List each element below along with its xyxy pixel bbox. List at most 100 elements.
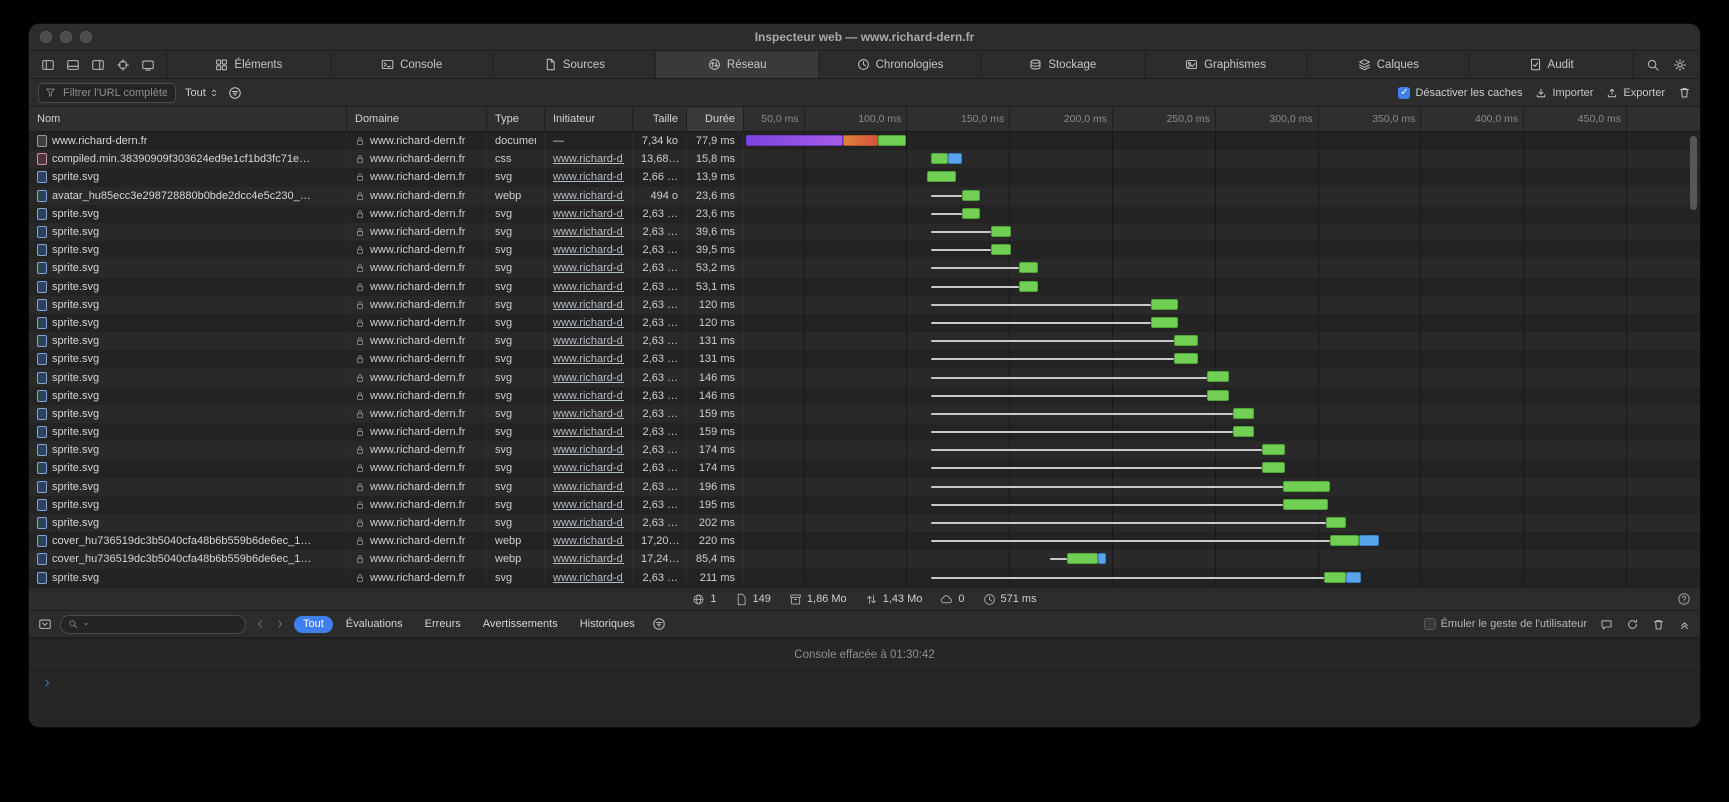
table-row[interactable]: sprite.svgwww.richard-dern.frsvgwww.rich…	[29, 259, 1700, 277]
initiator-link[interactable]: www.richard-d…	[553, 317, 624, 329]
column-header-duration[interactable]: Durée	[687, 107, 744, 131]
table-row[interactable]: cover_hu736519dc3b5040cfa48b6b559b6de6ec…	[29, 550, 1700, 568]
element-picker-button[interactable]	[116, 58, 130, 72]
initiator-link[interactable]: www.richard-d…	[553, 262, 624, 274]
help-button[interactable]	[1677, 592, 1691, 606]
export-button[interactable]: Exporter	[1606, 87, 1665, 99]
vertical-scrollbar[interactable]	[1690, 136, 1697, 210]
tab-stockage[interactable]: Stockage	[981, 51, 1144, 78]
emulate-gesture-checkbox[interactable]: Émuler le geste de l'utilisateur	[1424, 618, 1587, 630]
console-tab-avertissements[interactable]: Avertissements	[474, 616, 567, 633]
initiator-link[interactable]: www.richard-d…	[553, 335, 624, 347]
table-row[interactable]: sprite.svgwww.richard-dern.frsvgwww.rich…	[29, 223, 1700, 241]
console-search-text[interactable]	[94, 617, 238, 631]
initiator-link[interactable]: www.richard-d…	[553, 499, 624, 511]
table-row[interactable]: sprite.svgwww.richard-dern.frsvgwww.rich…	[29, 405, 1700, 423]
import-button[interactable]: Importer	[1535, 87, 1593, 99]
console-search-input[interactable]	[60, 615, 246, 634]
clear-console-button[interactable]	[1652, 618, 1665, 631]
table-row[interactable]: sprite.svgwww.richard-dern.frsvgwww.rich…	[29, 387, 1700, 405]
initiator-link[interactable]: www.richard-d…	[553, 244, 624, 256]
table-row[interactable]: sprite.svgwww.richard-dern.frsvgwww.rich…	[29, 478, 1700, 496]
column-header-size[interactable]: Taille	[633, 107, 687, 131]
console-scope-button[interactable]	[38, 617, 52, 631]
initiator-link[interactable]: www.richard-d…	[553, 208, 624, 220]
device-preview-button[interactable]	[141, 58, 155, 72]
dock-left-button[interactable]	[41, 58, 55, 72]
console-tab-historiques[interactable]: Historiques	[571, 616, 644, 633]
table-row[interactable]: sprite.svgwww.richard-dern.frsvgwww.rich…	[29, 205, 1700, 223]
initiator-link[interactable]: www.richard-d…	[553, 353, 624, 365]
initiator-link[interactable]: www.richard-d…	[553, 408, 624, 420]
initiator-link[interactable]: www.richard-d…	[553, 517, 624, 529]
initiator-link[interactable]: www.richard-d…	[553, 535, 624, 547]
table-row[interactable]: sprite.svgwww.richard-dern.frsvgwww.rich…	[29, 350, 1700, 368]
dock-right-button[interactable]	[91, 58, 105, 72]
tab-elements[interactable]: Éléments	[167, 51, 330, 78]
tab-calques[interactable]: Calques	[1306, 51, 1469, 78]
tab-reseau[interactable]: Réseau	[655, 51, 818, 78]
table-row[interactable]: sprite.svgwww.richard-dern.frsvgwww.rich…	[29, 496, 1700, 514]
column-header-name[interactable]: Nom	[29, 107, 347, 131]
console-tab-evaluations[interactable]: Évaluations	[337, 616, 412, 633]
dock-bottom-button[interactable]	[66, 58, 80, 72]
resource-scope-select[interactable]: Tout	[185, 87, 219, 99]
close-button[interactable]	[40, 31, 52, 43]
expand-console-button[interactable]	[1678, 618, 1691, 631]
table-row[interactable]: avatar_hu85ecc3e298728880b0bde2dcc4e5c23…	[29, 187, 1700, 205]
clear-network-button[interactable]	[1678, 86, 1691, 99]
console-filter-button[interactable]	[652, 617, 666, 631]
initiator-link[interactable]: www.richard-d…	[553, 299, 624, 311]
table-row[interactable]: sprite.svgwww.richard-dern.frsvgwww.rich…	[29, 332, 1700, 350]
initiator-link[interactable]: www.richard-d…	[553, 281, 624, 293]
console-messages-button[interactable]	[1600, 618, 1613, 631]
zoom-button[interactable]	[80, 31, 92, 43]
reload-console-button[interactable]	[1626, 618, 1639, 631]
initiator-link[interactable]: www.richard-d…	[553, 553, 624, 565]
initiator-link[interactable]: www.richard-d…	[553, 226, 624, 238]
settings-button[interactable]	[1673, 58, 1687, 72]
initiator-link[interactable]: www.richard-d…	[553, 444, 624, 456]
tab-sources[interactable]: Sources	[493, 51, 656, 78]
search-button[interactable]	[1646, 58, 1660, 72]
column-header-initiator[interactable]: Initiateur	[545, 107, 633, 131]
initiator-link[interactable]: www.richard-d…	[553, 153, 624, 165]
next-result-button[interactable]	[274, 618, 286, 630]
console-tab-erreurs[interactable]: Erreurs	[416, 616, 470, 633]
minimize-button[interactable]	[60, 31, 72, 43]
url-filter-input[interactable]	[38, 83, 176, 103]
console-prompt[interactable]	[29, 672, 1700, 694]
console-tab-tout[interactable]: Tout	[294, 616, 333, 633]
table-row[interactable]: sprite.svgwww.richard-dern.frsvgwww.rich…	[29, 241, 1700, 259]
tab-chronologies[interactable]: Chronologies	[818, 51, 981, 78]
table-row[interactable]: sprite.svgwww.richard-dern.frsvgwww.rich…	[29, 368, 1700, 386]
disable-caches-checkbox[interactable]: ✓ Désactiver les caches	[1398, 87, 1522, 99]
table-row[interactable]: sprite.svgwww.richard-dern.frsvgwww.rich…	[29, 278, 1700, 296]
table-row[interactable]: sprite.svgwww.richard-dern.frsvgwww.rich…	[29, 314, 1700, 332]
table-row[interactable]: sprite.svgwww.richard-dern.frsvgwww.rich…	[29, 441, 1700, 459]
resource-filter-button[interactable]	[228, 86, 242, 100]
initiator-link[interactable]: www.richard-d…	[553, 426, 624, 438]
tab-console[interactable]: Console	[330, 51, 493, 78]
initiator-link[interactable]: www.richard-d…	[553, 481, 624, 493]
column-header-domain[interactable]: Domaine	[347, 107, 487, 131]
initiator-link[interactable]: www.richard-d…	[553, 390, 624, 402]
initiator-link[interactable]: www.richard-d…	[553, 572, 624, 584]
initiator-link[interactable]: www.richard-d…	[553, 462, 624, 474]
column-header-type[interactable]: Type	[487, 107, 545, 131]
table-row[interactable]: sprite.svgwww.richard-dern.frsvgwww.rich…	[29, 569, 1700, 587]
table-row[interactable]: cover_hu736519dc3b5040cfa48b6b559b6de6ec…	[29, 532, 1700, 550]
table-row[interactable]: sprite.svgwww.richard-dern.frsvgwww.rich…	[29, 296, 1700, 314]
table-row[interactable]: sprite.svgwww.richard-dern.frsvgwww.rich…	[29, 423, 1700, 441]
tab-audit[interactable]: Audit	[1469, 51, 1632, 78]
table-row[interactable]: sprite.svgwww.richard-dern.frsvgwww.rich…	[29, 514, 1700, 532]
initiator-link[interactable]: www.richard-d…	[553, 171, 624, 183]
previous-result-button[interactable]	[254, 618, 266, 630]
table-row[interactable]: www.richard-dern.frwww.richard-dern.frdo…	[29, 132, 1700, 150]
initiator-link[interactable]: www.richard-d…	[553, 190, 624, 202]
initiator-link[interactable]: www.richard-d…	[553, 372, 624, 384]
tab-graphismes[interactable]: Graphismes	[1144, 51, 1307, 78]
table-row[interactable]: sprite.svgwww.richard-dern.frsvgwww.rich…	[29, 459, 1700, 477]
table-row[interactable]: sprite.svgwww.richard-dern.frsvgwww.rich…	[29, 168, 1700, 186]
url-filter-text[interactable]	[61, 86, 169, 100]
